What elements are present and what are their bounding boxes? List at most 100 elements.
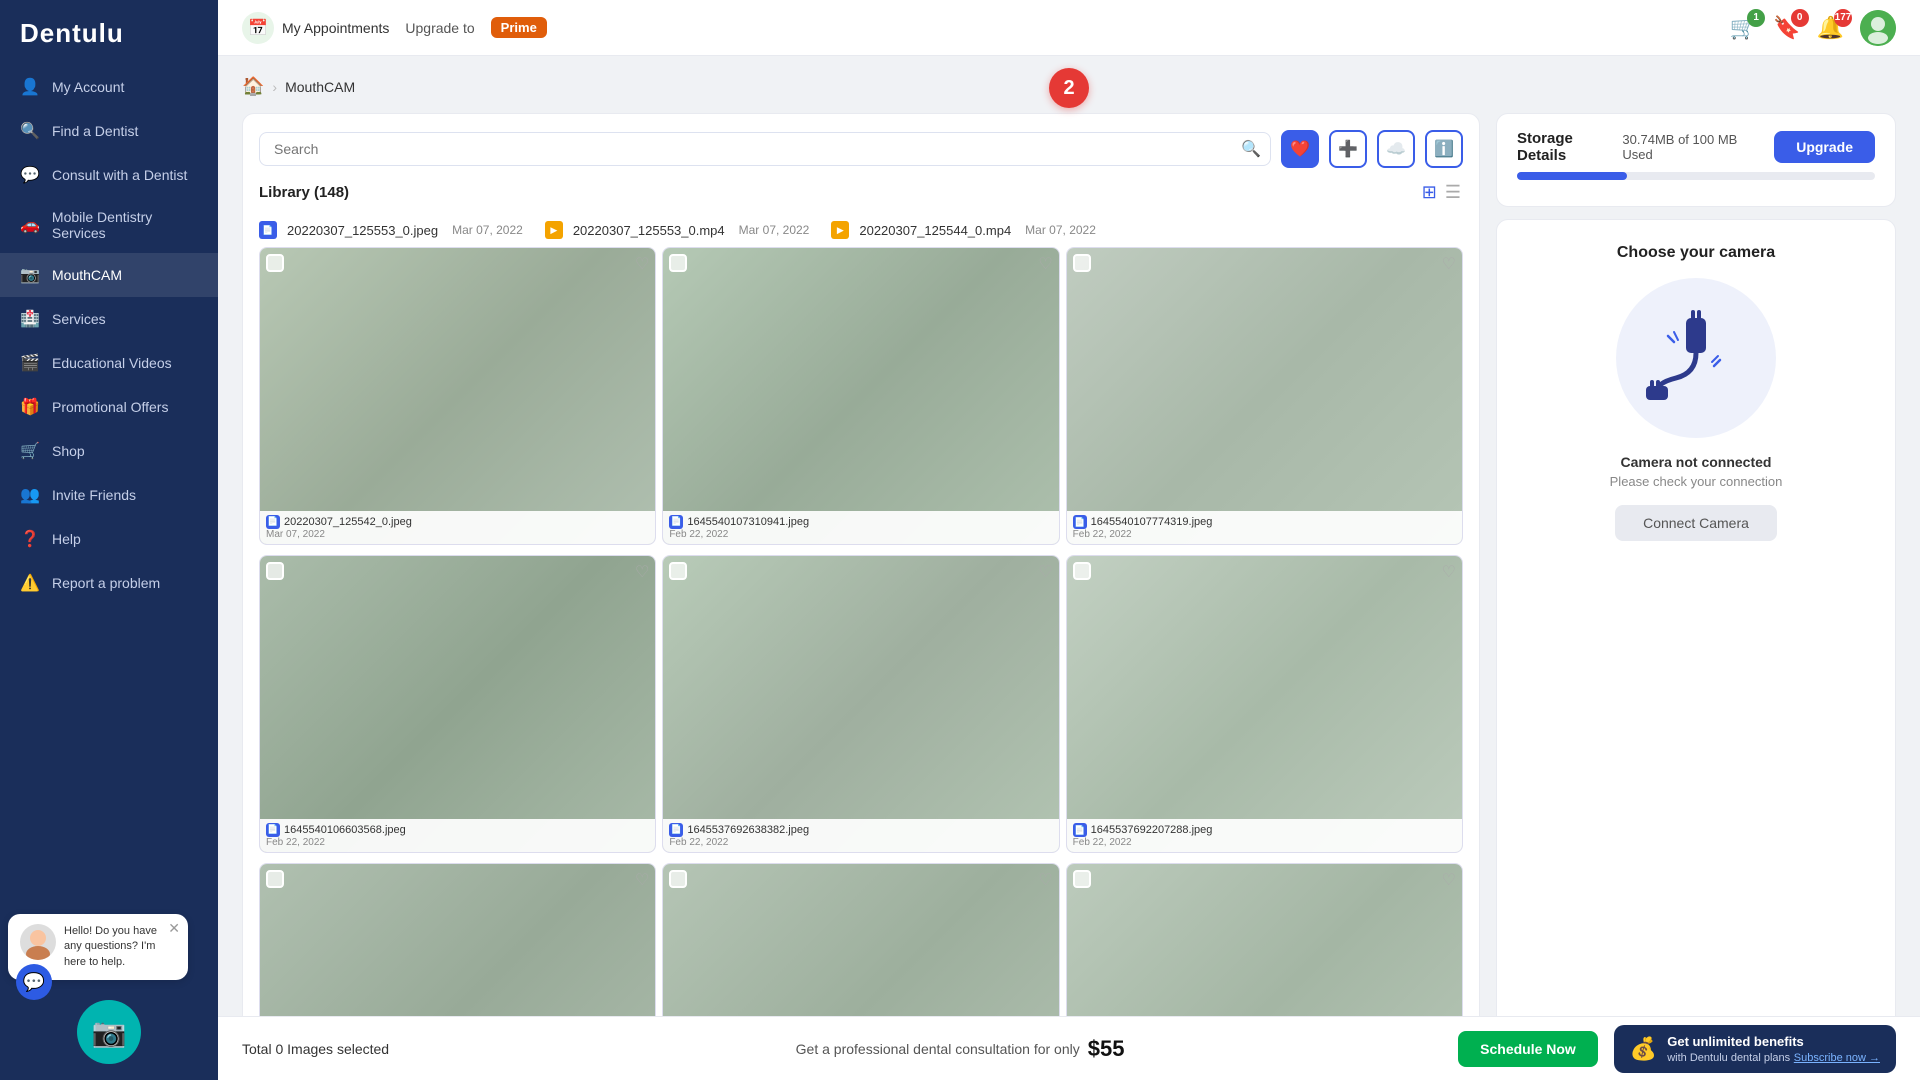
notifications-button[interactable]: 🔔 177	[1817, 15, 1844, 41]
upload-button[interactable]: ☁️	[1377, 130, 1415, 168]
heart-icon-3[interactable]: ♡	[1442, 254, 1456, 274]
search-input[interactable]	[259, 132, 1271, 166]
image-checkbox-3[interactable]	[1073, 254, 1091, 272]
my-account-icon: 👤	[20, 77, 40, 97]
heart-icon-5[interactable]: ♡	[1038, 562, 1052, 582]
sidebar-item-find-dentist[interactable]: 🔍Find a Dentist	[0, 109, 218, 153]
image-checkbox-7[interactable]	[266, 870, 284, 888]
sidebar-item-services[interactable]: 🏥Services	[0, 297, 218, 341]
breadcrumb-separator: ›	[272, 79, 277, 95]
chat-toggle-button[interactable]: 💬	[16, 964, 52, 1000]
library-panel: 🔍 ❤️ ➕ ☁️ ℹ️ Library (148) ⊞ ☰	[242, 113, 1480, 1016]
image-checkbox-2[interactable]	[669, 254, 687, 272]
heart-icon-2[interactable]: ♡	[1038, 254, 1052, 274]
schedule-now-button[interactable]: Schedule Now	[1458, 1031, 1598, 1067]
image-card-2[interactable]: ♡ 📄1645540107310941.jpeg Feb 22, 2022	[662, 247, 1059, 545]
row1-header: 📄 20220307_125553_0.jpeg Mar 07, 2022 ▶ …	[259, 217, 1463, 247]
image-info-3: 📄1645540107774319.jpeg Feb 22, 2022	[1067, 511, 1462, 544]
notifications-badge: 177	[1834, 9, 1852, 27]
image-card-3[interactable]: ♡ 📄1645540107774319.jpeg Feb 22, 2022	[1066, 247, 1463, 545]
sidebar-item-report-problem[interactable]: ⚠️Report a problem	[0, 561, 218, 605]
sidebar-label-report-problem: Report a problem	[52, 575, 160, 591]
heart-icon-8[interactable]: ♡	[1038, 870, 1052, 890]
sidebar-item-help[interactable]: ❓Help	[0, 517, 218, 561]
ad-text: Get unlimited benefits with Dentulu dent…	[1667, 1034, 1880, 1064]
img-date-1: Mar 07, 2022	[266, 529, 649, 540]
add-image-button[interactable]: ➕	[1329, 130, 1367, 168]
list-view-button[interactable]: ☰	[1443, 180, 1463, 205]
sidebar-nav: 👤My Account🔍Find a Dentist 💬 Consult with …	[0, 65, 218, 984]
chat-close-icon[interactable]: ✕	[168, 920, 180, 937]
img-date-4: Feb 22, 2022	[266, 837, 649, 848]
prime-badge[interactable]: Prime	[491, 17, 547, 38]
image-row1: ♡ 📄20220307_125542_0.jpeg Mar 07, 2022 ♡	[259, 247, 1463, 545]
row1-date2: Mar 07, 2022	[739, 223, 810, 237]
connect-camera-button[interactable]: Connect Camera	[1615, 505, 1777, 541]
heart-icon-6[interactable]: ♡	[1442, 562, 1456, 582]
sidebar-label-educational-videos: Educational Videos	[52, 355, 172, 371]
selected-count-label: Total 0 Images selected	[242, 1041, 462, 1057]
sidebar-label-services: Services	[52, 311, 106, 327]
ad-subscribe-link[interactable]: Subscribe now →	[1794, 1052, 1880, 1064]
upgrade-storage-button[interactable]: Upgrade	[1774, 131, 1875, 163]
image-checkbox-1[interactable]	[266, 254, 284, 272]
sidebar-label-consult-dentist: Consult with a Dentist	[52, 167, 187, 183]
bottom-ad-banner[interactable]: 💰 Get unlimited benefits with Dentulu de…	[1614, 1025, 1896, 1073]
promo-text: Get a professional dental consultation f…	[796, 1041, 1080, 1057]
topbar: 📅 My Appointments Upgrade to Prime 🛒 1 🔖…	[218, 0, 1920, 56]
chat-avatar	[20, 924, 56, 960]
sidebar-item-educational-videos[interactable]: 🎬Educational Videos	[0, 341, 218, 385]
favorites-filter-button[interactable]: ❤️	[1281, 130, 1319, 168]
image-info-2: 📄1645540107310941.jpeg Feb 22, 2022	[663, 511, 1058, 544]
appointments-label[interactable]: My Appointments	[282, 20, 389, 36]
row1-filename: 20220307_125553_0.jpeg	[287, 223, 438, 238]
image-checkbox-8[interactable]	[669, 870, 687, 888]
search-wrap: 🔍	[259, 132, 1271, 166]
page-area: 2 🏠 › MouthCAM 🔍 ❤️ ➕ ☁️ ℹ️	[218, 56, 1920, 1016]
heart-icon-1[interactable]: ♡	[635, 254, 649, 274]
sidebar-item-consult-dentist[interactable]: 💬 Consult with a Dentist	[0, 153, 218, 197]
sidebar-item-invite-friends[interactable]: 👥Invite Friends	[0, 473, 218, 517]
image-info-4: 📄1645540106603568.jpeg Feb 22, 2022	[260, 819, 655, 852]
img-type-icon-6: 📄	[1073, 823, 1087, 837]
info-button[interactable]: ℹ️	[1425, 130, 1463, 168]
sidebar-label-shop: Shop	[52, 443, 85, 459]
step-badge: 2	[1049, 68, 1089, 108]
heart-icon-9[interactable]: ♡	[1442, 870, 1456, 890]
content-columns: 🔍 ❤️ ➕ ☁️ ℹ️ Library (148) ⊞ ☰	[242, 113, 1896, 1016]
chat-message: Hello! Do you have any questions? I'm he…	[64, 924, 176, 970]
image-checkbox-9[interactable]	[1073, 870, 1091, 888]
appointments-icon: 📅	[242, 12, 274, 44]
image-checkbox-5[interactable]	[669, 562, 687, 580]
promotional-offers-icon: 🎁	[20, 397, 40, 417]
sidebar-item-shop[interactable]: 🛒Shop	[0, 429, 218, 473]
image-checkbox-4[interactable]	[266, 562, 284, 580]
camera-launch-button[interactable]: 📷	[77, 1000, 141, 1064]
consult-dentist-icon: 💬	[20, 165, 40, 185]
cart-button[interactable]: 🛒 1	[1730, 15, 1757, 41]
user-avatar[interactable]	[1860, 10, 1896, 46]
image-card-9[interactable]: ♡ 📄1645533453397984.jpeg Feb 22, 2022	[1066, 863, 1463, 1016]
home-breadcrumb[interactable]: 🏠	[242, 76, 264, 97]
storage-card: Storage Details 30.74MB of 100 MB Used U…	[1496, 113, 1896, 207]
sidebar-item-my-account[interactable]: 👤My Account	[0, 65, 218, 109]
image-card-1[interactable]: ♡ 📄20220307_125542_0.jpeg Mar 07, 2022	[259, 247, 656, 545]
heart-icon-4[interactable]: ♡	[635, 562, 649, 582]
image-checkbox-6[interactable]	[1073, 562, 1091, 580]
grid-view-button[interactable]: ⊞	[1420, 180, 1439, 205]
sidebar-item-promotional-offers[interactable]: 🎁 Promotional Offers	[0, 385, 218, 429]
wishlist-button[interactable]: 🔖 0	[1773, 15, 1800, 41]
sidebar-label-promotional-offers: Promotional Offers	[52, 399, 168, 415]
image-card-7[interactable]: ♡ 📄1645533454296533.jpeg Feb 22, 2022	[259, 863, 656, 1016]
image-card-8[interactable]: ♡ 📄1645533454659230.jpeg Feb 22, 2022	[662, 863, 1059, 1016]
img-date-3: Feb 22, 2022	[1073, 529, 1456, 540]
file-icon-blue: 📄	[259, 221, 277, 239]
image-card-6[interactable]: ♡ 📄1645537692207288.jpeg Feb 22, 2022	[1066, 555, 1463, 853]
sidebar-item-mobile-dentistry[interactable]: 🚗Mobile Dentistry Services	[0, 197, 218, 253]
mouthcam-icon: 📷	[20, 265, 40, 285]
image-card-4[interactable]: ♡ 📄1645540106603568.jpeg Feb 22, 2022	[259, 555, 656, 853]
image-card-5[interactable]: ♡ 📄1645537692638382.jpeg Feb 22, 2022	[662, 555, 1059, 853]
heart-icon-7[interactable]: ♡	[635, 870, 649, 890]
camera-illustration	[1616, 278, 1776, 438]
sidebar-item-mouthcam[interactable]: 📷MouthCAM	[0, 253, 218, 297]
